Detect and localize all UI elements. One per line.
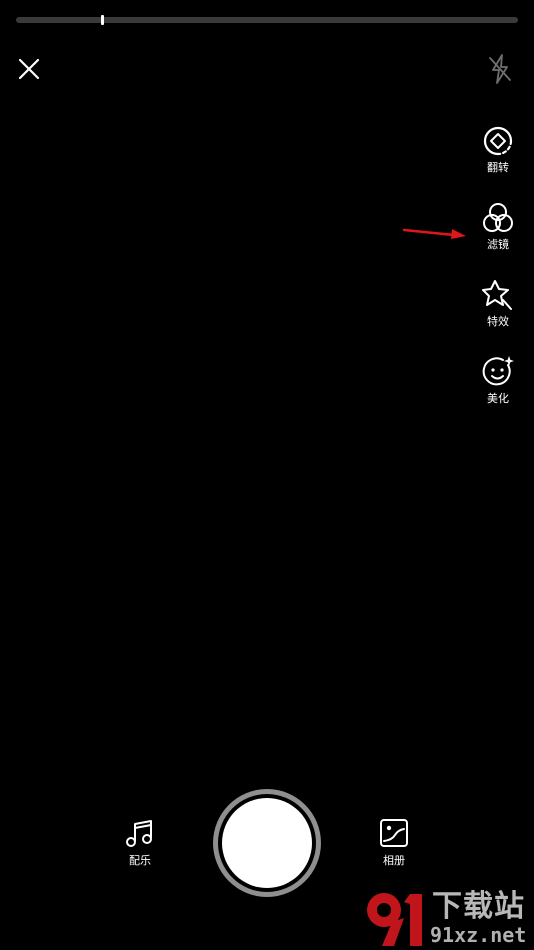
record-progress-marker (101, 15, 104, 25)
filter-icon (483, 203, 513, 232)
effects-button[interactable]: 特效 (474, 278, 522, 328)
shutter-button[interactable] (213, 789, 321, 897)
record-progress-bar (16, 17, 518, 23)
camera-flip-icon (483, 126, 513, 156)
flash-toggle-button[interactable] (484, 52, 516, 86)
beauty-label: 美化 (487, 392, 509, 405)
annotation-arrow (402, 228, 466, 239)
beauty-button[interactable]: 美化 (474, 355, 522, 405)
close-button[interactable] (14, 54, 44, 84)
photo-album-icon (380, 819, 408, 847)
album-label: 相册 (383, 854, 405, 867)
close-icon (18, 58, 40, 80)
effects-star-icon (482, 280, 512, 310)
flip-camera-button[interactable]: 翻转 (474, 124, 522, 174)
flip-label: 翻转 (487, 161, 509, 174)
watermark-url: 91xz.net (430, 923, 527, 947)
watermark-logo-icon (367, 893, 422, 946)
music-label: 配乐 (129, 854, 151, 867)
watermark-title: 下载站 (432, 889, 525, 924)
camera-screen: 翻转 滤镜 特效 美化 配乐 相册 下载站 91xz.net (0, 0, 534, 950)
flash-off-icon (489, 54, 511, 84)
effects-label: 特效 (487, 315, 509, 328)
music-note-icon (126, 820, 152, 847)
shutter-icon (222, 798, 312, 888)
filter-button[interactable]: 滤镜 (474, 201, 522, 251)
music-button[interactable]: 配乐 (110, 816, 170, 867)
filter-label: 滤镜 (487, 238, 509, 251)
album-button[interactable]: 相册 (364, 816, 424, 867)
site-watermark: 下载站 91xz.net (362, 888, 534, 950)
beauty-face-icon (482, 356, 514, 386)
